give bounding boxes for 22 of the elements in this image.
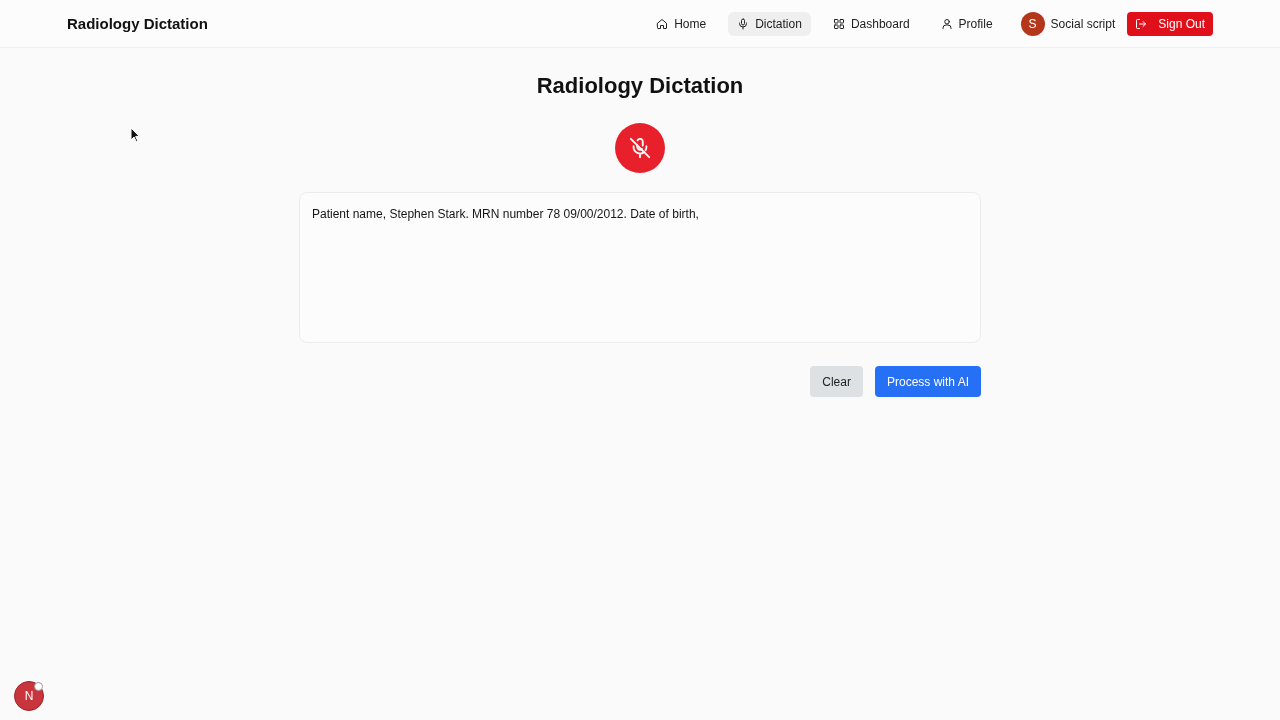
nav-link[interactable]: Home	[647, 11, 716, 36]
process-button[interactable]: Process with AI	[874, 366, 981, 397]
grid-icon	[832, 17, 845, 30]
app-title: Radiology Dictation	[67, 15, 208, 32]
transcript-field[interactable]: Patient name, Stephen Stark. MRN number 78 09/00/2012. Date of birth,	[299, 192, 981, 343]
user-name: Social script	[1050, 16, 1116, 31]
dev-tools-badge[interactable]: N	[14, 681, 44, 711]
microphone-button[interactable]	[615, 123, 665, 173]
status-dot-icon	[34, 682, 43, 691]
microphone-icon	[737, 17, 750, 30]
page-title: Radiology Dictation	[536, 72, 744, 100]
nav-link[interactable]: Dashboard	[823, 11, 919, 36]
sign-out-button[interactable]: Sign Out	[1127, 11, 1213, 36]
home-icon	[656, 17, 669, 30]
nav-link[interactable]: Profile	[931, 11, 1002, 36]
crossed-microphone-icon	[629, 137, 651, 159]
mouse-pointer-icon	[130, 127, 140, 143]
nav-link[interactable]: Dictation	[728, 11, 811, 36]
avatar[interactable]: S	[1020, 11, 1045, 36]
clear-button[interactable]: Clear	[810, 366, 863, 397]
door-arrow-icon	[1135, 17, 1148, 30]
user-icon	[940, 17, 953, 30]
